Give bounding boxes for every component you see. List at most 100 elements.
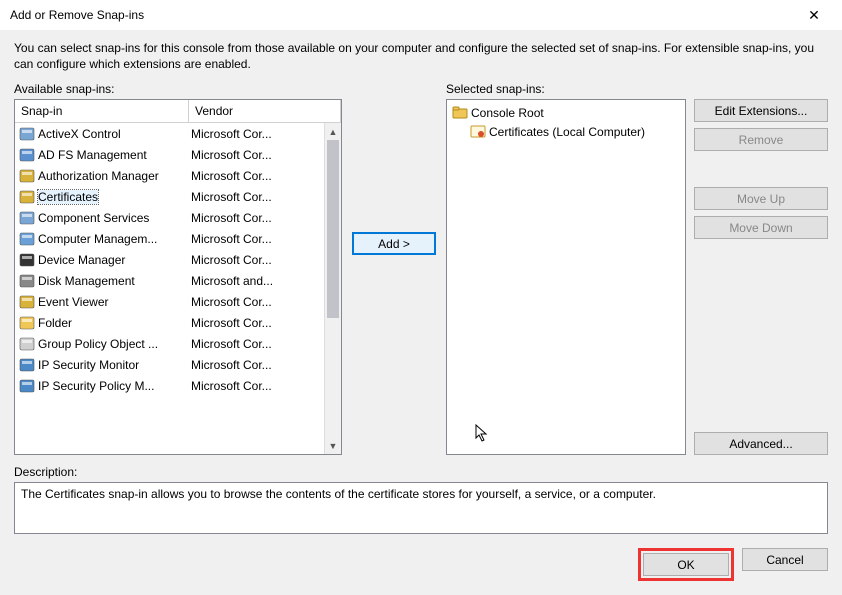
list-item[interactable]: Computer Managem...Microsoft Cor...	[15, 228, 324, 249]
list-item-vendor: Microsoft Cor...	[189, 190, 324, 204]
compmgmt-icon	[19, 231, 35, 247]
list-item-name-cell: ActiveX Control	[15, 126, 189, 142]
ipsec-icon	[19, 357, 35, 373]
list-item-name-cell: Certificates	[15, 189, 189, 205]
selected-column: Selected snap-ins: Console Root Certifi	[446, 82, 686, 455]
list-item[interactable]: Group Policy Object ... Microsoft Cor...	[15, 333, 324, 354]
list-item[interactable]: Authorization ManagerMicrosoft Cor...	[15, 165, 324, 186]
dialog-button-row: OK Cancel	[14, 548, 828, 581]
list-item-name: ActiveX Control	[38, 127, 121, 141]
list-item-vendor: Microsoft Cor...	[189, 169, 324, 183]
list-item[interactable]: Component Services Microsoft Cor...	[15, 207, 324, 228]
list-item-name-cell: Disk Management	[15, 273, 189, 289]
advanced-button[interactable]: Advanced...	[694, 432, 828, 455]
list-item-vendor: Microsoft Cor...	[189, 379, 324, 393]
description-text: The Certificates snap-in allows you to b…	[21, 487, 656, 501]
edit-extensions-button[interactable]: Edit Extensions...	[694, 99, 828, 122]
list-item-name-cell: Group Policy Object ...	[15, 336, 189, 352]
list-item-name-cell: Folder	[15, 315, 189, 331]
list-item-name: IP Security Policy M...	[38, 379, 154, 393]
disk-icon	[19, 273, 35, 289]
col-header-snapin[interactable]: Snap-in	[15, 100, 189, 122]
tree-root[interactable]: Console Root	[450, 103, 682, 122]
folder-icon	[452, 105, 468, 121]
device-icon	[19, 252, 35, 268]
close-button[interactable]: ✕	[794, 1, 834, 29]
list-item-name-cell: AD FS Management	[15, 147, 189, 163]
move-up-button[interactable]: Move Up	[694, 187, 828, 210]
available-column: Available snap-ins: Snap-in Vendor Activ…	[14, 82, 342, 455]
scroll-thumb[interactable]	[327, 140, 339, 318]
gpo-icon	[19, 336, 35, 352]
adfs-icon	[19, 147, 35, 163]
available-label: Available snap-ins:	[14, 82, 342, 96]
available-list-header[interactable]: Snap-in Vendor	[15, 100, 341, 123]
selected-tree[interactable]: Console Root Certificates (Local Compute…	[446, 99, 686, 455]
move-down-button[interactable]: Move Down	[694, 216, 828, 239]
list-item-name-cell: Component Services	[15, 210, 189, 226]
list-item[interactable]: AD FS ManagementMicrosoft Cor...	[15, 144, 324, 165]
ok-highlight: OK	[638, 548, 734, 581]
main-row: Available snap-ins: Snap-in Vendor Activ…	[14, 82, 828, 455]
list-item[interactable]: IP Security Monitor Microsoft Cor...	[15, 354, 324, 375]
scrollbar[interactable]: ▲ ▼	[324, 123, 341, 454]
tree-child[interactable]: Certificates (Local Computer)	[450, 122, 682, 141]
authz-icon	[19, 168, 35, 184]
list-item-name: Certificates	[38, 190, 98, 204]
add-column: Add >	[350, 82, 438, 455]
list-item-vendor: Microsoft Cor...	[189, 316, 324, 330]
content-area: You can select snap-ins for this console…	[0, 30, 842, 595]
cert-icon	[19, 189, 35, 205]
list-item-name: Device Manager	[38, 253, 125, 267]
list-item[interactable]: Device Manager Microsoft Cor...	[15, 249, 324, 270]
list-item-name-cell: IP Security Monitor	[15, 357, 189, 373]
cancel-button[interactable]: Cancel	[742, 548, 828, 571]
list-item-name-cell: Computer Managem...	[15, 231, 189, 247]
list-item-name-cell: Event Viewer	[15, 294, 189, 310]
scroll-down-icon[interactable]: ▼	[325, 437, 341, 454]
description-section: Description: The Certificates snap-in al…	[14, 465, 828, 534]
list-item[interactable]: Event Viewer Microsoft Cor...	[15, 291, 324, 312]
list-item-name: Group Policy Object ...	[38, 337, 158, 351]
description-box: The Certificates snap-in allows you to b…	[14, 482, 828, 534]
scroll-up-icon[interactable]: ▲	[325, 123, 341, 140]
activex-icon	[19, 126, 35, 142]
folder-icon	[19, 315, 35, 331]
list-item-name: IP Security Monitor	[38, 358, 139, 372]
tree-root-label: Console Root	[471, 106, 544, 120]
list-item-name: Disk Management	[38, 274, 135, 288]
list-item-vendor: Microsoft Cor...	[189, 211, 324, 225]
list-item[interactable]: IP Security Policy M... Microsoft Cor...	[15, 375, 324, 396]
right-button-column: Edit Extensions... Remove Move Up Move D…	[694, 82, 828, 455]
ok-button[interactable]: OK	[643, 553, 729, 576]
available-list[interactable]: Snap-in Vendor ActiveX ControlMicrosoft …	[14, 99, 342, 455]
list-item[interactable]: Folder Microsoft Cor...	[15, 312, 324, 333]
tree-child-label: Certificates (Local Computer)	[489, 125, 645, 139]
list-item-name-cell: Authorization Manager	[15, 168, 189, 184]
list-item-vendor: Microsoft and...	[189, 274, 324, 288]
list-item-name-cell: IP Security Policy M...	[15, 378, 189, 394]
list-item-name: Computer Managem...	[38, 232, 157, 246]
window-title: Add or Remove Snap-ins	[10, 8, 794, 22]
scroll-track[interactable]	[325, 140, 341, 437]
selected-label: Selected snap-ins:	[446, 82, 686, 96]
list-item-vendor: Microsoft Cor...	[189, 295, 324, 309]
list-item-name: AD FS Management	[38, 148, 147, 162]
titlebar: Add or Remove Snap-ins ✕	[0, 0, 842, 30]
intro-text: You can select snap-ins for this console…	[14, 40, 828, 72]
list-item-vendor: Microsoft Cor...	[189, 337, 324, 351]
add-button[interactable]: Add >	[352, 232, 436, 255]
list-item[interactable]: Disk Management Microsoft and...	[15, 270, 324, 291]
list-item-vendor: Microsoft Cor...	[189, 253, 324, 267]
certificate-icon	[470, 124, 486, 140]
event-icon	[19, 294, 35, 310]
list-item-vendor: Microsoft Cor...	[189, 358, 324, 372]
list-item[interactable]: Certificates Microsoft Cor...	[15, 186, 324, 207]
col-header-vendor[interactable]: Vendor	[189, 100, 341, 122]
remove-button[interactable]: Remove	[694, 128, 828, 151]
list-item[interactable]: ActiveX ControlMicrosoft Cor...	[15, 123, 324, 144]
list-item-name: Component Services	[38, 211, 149, 225]
list-item-name: Folder	[38, 316, 72, 330]
list-item-name: Event Viewer	[38, 295, 108, 309]
description-label: Description:	[14, 465, 828, 479]
